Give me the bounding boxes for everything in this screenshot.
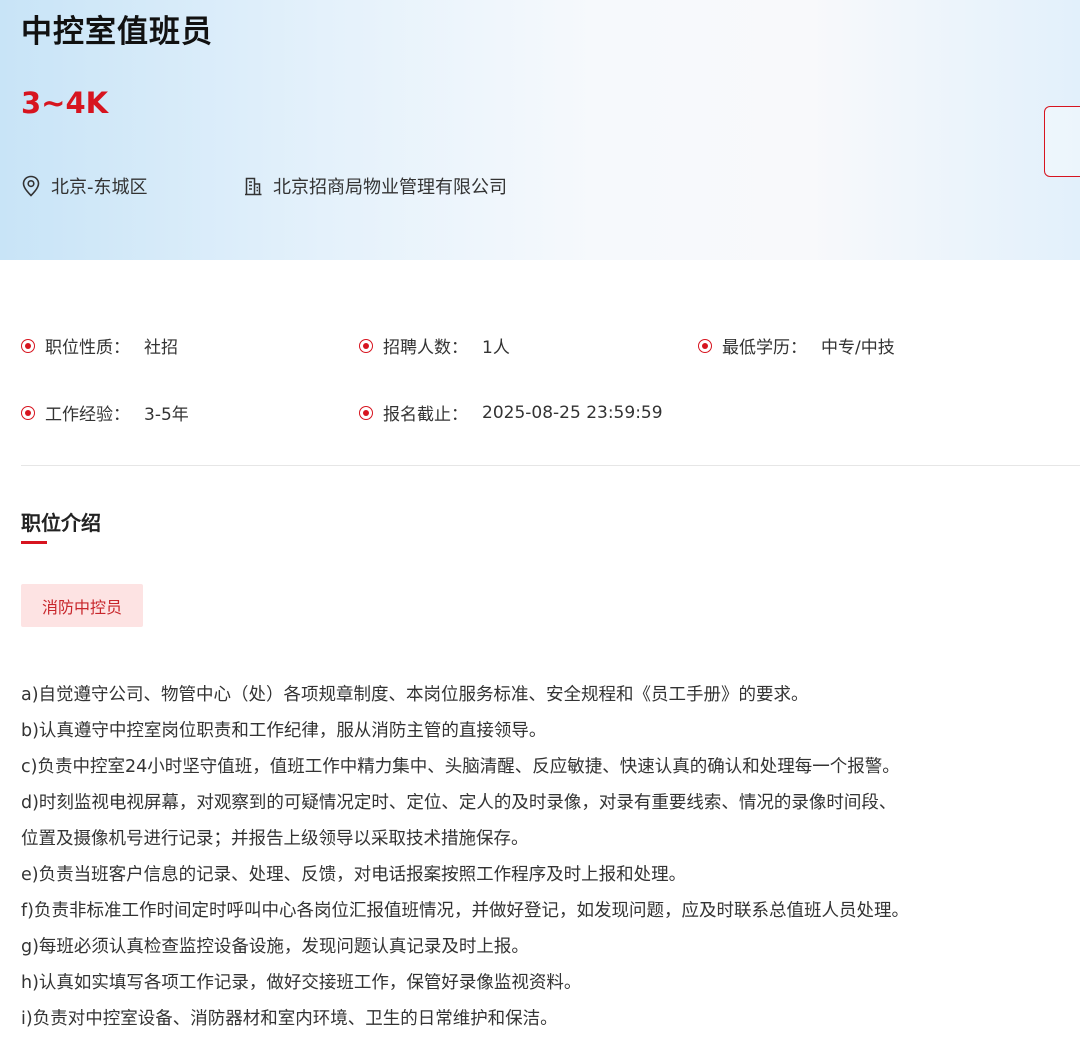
info-label: 最低学历： (722, 338, 807, 358)
description-line: e)负责当班客户信息的记录、处理、反馈，对电话报案按照工作程序及时上报和处理。 (21, 865, 687, 885)
job-title: 中控室值班员 (21, 14, 213, 50)
location: 北京-东城区 (21, 173, 148, 199)
radio-dot-icon (359, 338, 373, 353)
radio-dot-icon (21, 338, 35, 353)
location-text: 北京-东城区 (51, 177, 148, 198)
description-line: d)时刻监视电视屏幕，对观察到的可疑情况定时、定位、定人的及时录像，对录有重要线… (21, 793, 897, 813)
divider (21, 465, 1080, 466)
radio-dot-icon (21, 405, 35, 420)
info-value: 3-5年 (144, 405, 189, 425)
info-label: 招聘人数： (383, 338, 468, 358)
description-line: i)负责对中控室设备、消防器材和室内环境、卫生的日常维护和保洁。 (21, 1009, 558, 1029)
apply-button[interactable] (1044, 106, 1080, 177)
radio-dot-icon (698, 338, 712, 353)
job-tag: 消防中控员 (21, 584, 143, 627)
info-label: 工作经验： (45, 405, 130, 425)
info-experience: 工作经验： 3-5年 (21, 400, 189, 425)
job-meta: 北京-东城区 北京招商局物业管理有限公司 (21, 173, 721, 199)
job-header: 中控室值班员 3~4K 北京-东城区 北京招商局物业管理有限公司 (0, 0, 1080, 260)
description-line: a)自觉遵守公司、物管中心（处）各项规章制度、本岗位服务标准、安全规程和《员工手… (21, 685, 809, 705)
building-icon (245, 177, 262, 196)
info-deadline: 报名截止： 2025-08-25 23:59:59 (359, 400, 663, 425)
location-pin-icon (22, 175, 40, 197)
info-value: 社招 (144, 338, 178, 358)
info-education: 最低学历： 中专/中技 (698, 333, 895, 358)
radio-dot-icon (359, 405, 373, 420)
info-value: 2025-08-25 23:59:59 (482, 402, 663, 423)
description-line: g)每班必须认真检查监控设备设施，发现问题认真记录及时上报。 (21, 937, 529, 957)
description-line: 位置及摄像机号进行记录；并报告上级领导以采取技术措施保存。 (21, 829, 529, 849)
salary: 3~4K (21, 86, 109, 120)
section-title: 职位介绍 (21, 511, 101, 535)
description-line: b)认真遵守中控室岗位职责和工作纪律，服从消防主管的直接领导。 (21, 721, 547, 741)
description-line: f)负责非标准工作时间定时呼叫中心各岗位汇报值班情况，并做好登记，如发现问题，应… (21, 901, 909, 921)
info-value: 中专/中技 (821, 338, 895, 358)
company-name[interactable]: 北京招商局物业管理有限公司 (273, 173, 507, 199)
description-line: c)负责中控室24小时坚守值班，值班工作中精力集中、头脑清醒、反应敏捷、快速认真… (21, 757, 900, 777)
section-underline (21, 541, 47, 544)
company[interactable]: 北京招商局物业管理有限公司 (243, 173, 507, 199)
job-description: a)自觉遵守公司、物管中心（处）各项规章制度、本岗位服务标准、安全规程和《员工手… (21, 677, 1080, 1037)
info-label: 职位性质： (45, 338, 130, 358)
description-line: h)认真如实填写各项工作记录，做好交接班工作，保管好录像监视资料。 (21, 973, 582, 993)
info-value: 1人 (482, 338, 510, 358)
info-label: 报名截止： (383, 405, 468, 425)
info-headcount: 招聘人数： 1人 (359, 333, 510, 358)
info-nature: 职位性质： 社招 (21, 333, 178, 358)
